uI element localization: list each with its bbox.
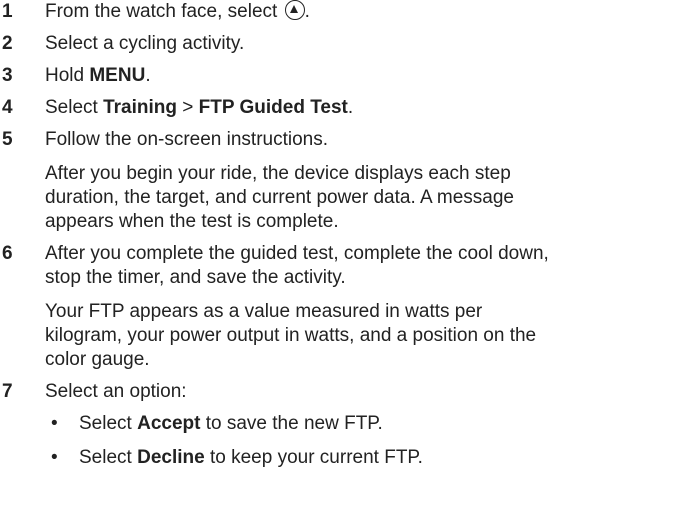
step-number: 1 bbox=[2, 1, 13, 22]
step-text: Select an option: bbox=[45, 381, 187, 402]
bullet-icon: • bbox=[51, 413, 58, 434]
list-item: • Select Accept to save the new FTP. bbox=[45, 412, 694, 436]
up-button-icon bbox=[284, 0, 305, 20]
step-number: 2 bbox=[2, 33, 13, 54]
note-line: appears when the test is complete. bbox=[45, 211, 339, 232]
step-text-end: . bbox=[304, 1, 310, 22]
step-text: Select bbox=[45, 97, 104, 118]
bullet-icon: • bbox=[51, 447, 58, 468]
step-7: 7 Select an option: • Select Accept to s… bbox=[0, 380, 694, 470]
step-text: Select a cycling activity. bbox=[45, 33, 245, 54]
note-line: kilogram, your power output in watts, an… bbox=[45, 325, 537, 346]
item-text: Select bbox=[79, 413, 138, 434]
accept-option-label: Accept bbox=[137, 413, 201, 434]
step-text: From the watch face, select bbox=[45, 1, 283, 22]
step-number: 3 bbox=[2, 65, 13, 86]
step-note: After you begin your ride, the device di… bbox=[45, 162, 694, 234]
note-line: After you begin your ride, the device di… bbox=[45, 163, 511, 184]
step-6: 6 After you complete the guided test, co… bbox=[0, 242, 694, 372]
step-text: Follow the on-screen instructions. bbox=[45, 129, 329, 150]
item-text-end: to keep your current FTP. bbox=[204, 447, 423, 468]
document-page: 1 From the watch face, select . 2 Select… bbox=[0, 0, 694, 515]
step-number: 4 bbox=[2, 97, 13, 118]
item-text-end: to save the new FTP. bbox=[200, 413, 383, 434]
list-item: • Select Decline to keep your current FT… bbox=[45, 446, 694, 470]
training-menu-label: Training bbox=[103, 97, 177, 118]
menu-separator: > bbox=[177, 97, 199, 118]
step-note: Your FTP appears as a value measured in … bbox=[45, 300, 694, 372]
step-number: 5 bbox=[2, 129, 13, 150]
item-text: Select bbox=[79, 447, 138, 468]
option-list: • Select Accept to save the new FTP. • S… bbox=[45, 412, 694, 470]
decline-option-label: Decline bbox=[137, 447, 205, 468]
step-4: 4 Select Training > FTP Guided Test. bbox=[0, 96, 694, 120]
step-text-end: . bbox=[145, 65, 151, 86]
note-line: color gauge. bbox=[45, 349, 150, 370]
note-line: duration, the target, and current power … bbox=[45, 187, 514, 208]
note-line: Your FTP appears as a value measured in … bbox=[45, 301, 483, 322]
step-text-end: . bbox=[347, 97, 354, 118]
ftp-guided-test-label: FTP Guided Test bbox=[198, 97, 348, 118]
step-1: 1 From the watch face, select . bbox=[0, 0, 694, 24]
step-text-line: After you complete the guided test, comp… bbox=[45, 243, 549, 264]
menu-button-label: MENU bbox=[89, 65, 146, 86]
step-3: 3 Hold MENU. bbox=[0, 64, 694, 88]
step-number: 7 bbox=[2, 381, 13, 402]
step-text: Hold bbox=[45, 65, 90, 86]
step-number: 6 bbox=[2, 243, 13, 264]
step-2: 2 Select a cycling activity. bbox=[0, 32, 694, 56]
step-text-line: stop the timer, and save the activity. bbox=[45, 267, 346, 288]
step-5: 5 Follow the on-screen instructions. Aft… bbox=[0, 128, 694, 234]
